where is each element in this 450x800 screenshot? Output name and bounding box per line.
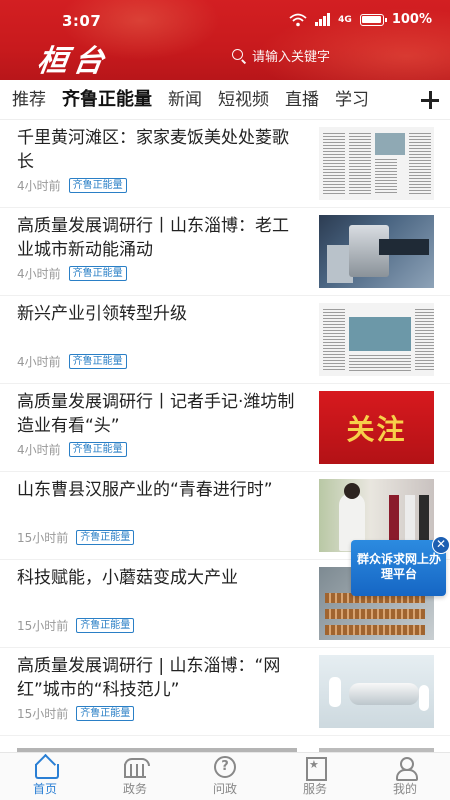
news-thumbnail[interactable] [319,215,434,288]
search-bar[interactable]: 请输入关键字 [232,46,330,65]
promo-text[interactable]: 群众诉求网上办理平台 [357,552,441,582]
news-item[interactable]: 千里黄河滩区：家家麦饭美处处菱歌长 4小时前 齐鲁正能量 [0,120,450,208]
news-tag: 齐鲁正能量 [68,266,127,281]
news-meta: 4小时前 齐鲁正能量 [17,353,127,370]
news-tag: 齐鲁正能量 [68,354,127,369]
news-thumbnail[interactable]: 关注 [319,391,434,464]
nav-service[interactable]: 服务 [270,753,360,800]
news-title[interactable]: 山东曹县汉服产业的“青春进行时” [17,478,302,502]
news-thumbnail[interactable] [319,127,434,200]
battery-level: 100% [391,12,432,27]
news-item[interactable]: 新兴产业引领转型升级 4小时前 齐鲁正能量 [0,296,450,384]
news-meta: 15小时前 齐鲁正能量 [17,617,135,634]
news-tag: 齐鲁正能量 [68,178,127,193]
news-time: 4小时前 [17,179,61,193]
nav-profile[interactable]: 我的 [360,753,450,800]
news-meta: 4小时前 齐鲁正能量 [17,177,127,194]
status-bar: 3:07 4G 100% [0,0,450,40]
news-meta: 4小时前 齐鲁正能量 [17,265,127,282]
news-time: 4小时前 [17,355,61,369]
news-time: 15小时前 [17,619,69,633]
government-icon[interactable] [122,756,150,778]
nav-label[interactable]: 政务 [123,780,147,797]
nav-inquiry[interactable]: 问政 [180,753,270,800]
app-header: 3:07 4G 100% 桓台 请输入关键字 [0,0,450,80]
news-time: 15小时前 [17,531,69,545]
nav-label[interactable]: 首页 [33,780,57,797]
app-logo[interactable]: 桓台 [35,36,113,80]
network-type: 4G [338,14,352,25]
tab-qilu-positive-energy[interactable]: 齐鲁正能量 [62,80,152,119]
nav-home[interactable]: 首页 [0,753,90,800]
news-meta: 15小时前 齐鲁正能量 [17,705,135,722]
status-time: 3:07 [62,12,102,30]
news-thumbnail[interactable] [319,655,434,728]
nav-label[interactable]: 服务 [303,780,327,797]
channel-tabs: 推荐 齐鲁正能量 新闻 短视频 直播 学习 [0,80,450,120]
service-icon[interactable] [302,756,328,781]
nav-government[interactable]: 政务 [90,753,180,800]
tab-live[interactable]: 直播 [285,80,319,119]
news-meta: 15小时前 齐鲁正能量 [17,529,135,546]
news-item[interactable]: 高质量发展调研行 | 山东淄博：“网红”城市的“科技范儿” 15小时前 齐鲁正能… [0,648,450,736]
thumbnail-caption: 关注 [346,412,407,446]
news-tag: 齐鲁正能量 [76,530,135,545]
nav-label[interactable]: 我的 [393,780,417,797]
tab-news[interactable]: 新闻 [168,80,202,119]
bottom-nav: 首页 政务 问政 服务 我的 [0,752,450,800]
search-icon[interactable] [232,48,246,63]
status-icons: 4G 100% [289,12,432,27]
tab-short-video[interactable]: 短视频 [218,80,269,119]
news-meta: 4小时前 齐鲁正能量 [17,441,127,458]
news-title[interactable]: 高质量发展调研行丨记者手记·潍坊制造业有看“头” [17,390,302,438]
tabs-track: 推荐 齐鲁正能量 新闻 短视频 直播 学习 [12,80,369,119]
news-feed: 千里黄河滩区：家家麦饭美处处菱歌长 4小时前 齐鲁正能量 高质量发展调研行丨山东… [0,120,450,752]
news-title[interactable]: 新兴产业引领转型升级 [17,302,302,326]
tab-recommend[interactable]: 推荐 [12,80,46,119]
news-time: 4小时前 [17,267,61,281]
news-item[interactable]: 高质量发展调研行丨记者手记·潍坊制造业有看“头” 4小时前 齐鲁正能量 关注 [0,384,450,472]
news-time: 4小时前 [17,443,61,457]
tab-study[interactable]: 学习 [335,80,369,119]
search-placeholder[interactable]: 请输入关键字 [252,46,330,65]
question-icon[interactable] [214,756,236,778]
news-title[interactable]: 千里黄河滩区：家家麦饭美处处菱歌长 [17,126,302,174]
news-time: 15小时前 [17,707,69,721]
battery-icon [359,13,387,26]
close-icon[interactable]: ✕ [432,536,450,554]
profile-icon[interactable] [392,756,418,781]
news-item[interactable]: 高质量发展调研行丨山东淄博：老工业城市新动能涌动 4小时前 齐鲁正能量 [0,208,450,296]
news-title[interactable]: 高质量发展调研行 | 山东淄博：“网红”城市的“科技范儿” [17,654,302,702]
news-title[interactable]: 高质量发展调研行丨山东淄博：老工业城市新动能涌动 [17,214,302,262]
news-tag: 齐鲁正能量 [68,442,127,457]
home-icon[interactable] [32,756,59,779]
nav-label[interactable]: 问政 [213,780,237,797]
news-tag: 齐鲁正能量 [76,618,135,633]
news-thumbnail[interactable] [319,303,434,376]
news-tag: 齐鲁正能量 [76,706,135,721]
news-title[interactable]: 科技赋能，小蘑菇变成大产业 [17,566,302,590]
plus-icon[interactable] [421,91,439,109]
wifi-icon [289,13,307,26]
add-channel-button[interactable] [410,80,450,119]
signal-icon [315,13,331,26]
petition-promo-badge[interactable]: 群众诉求网上办理平台 ✕ [351,536,450,596]
